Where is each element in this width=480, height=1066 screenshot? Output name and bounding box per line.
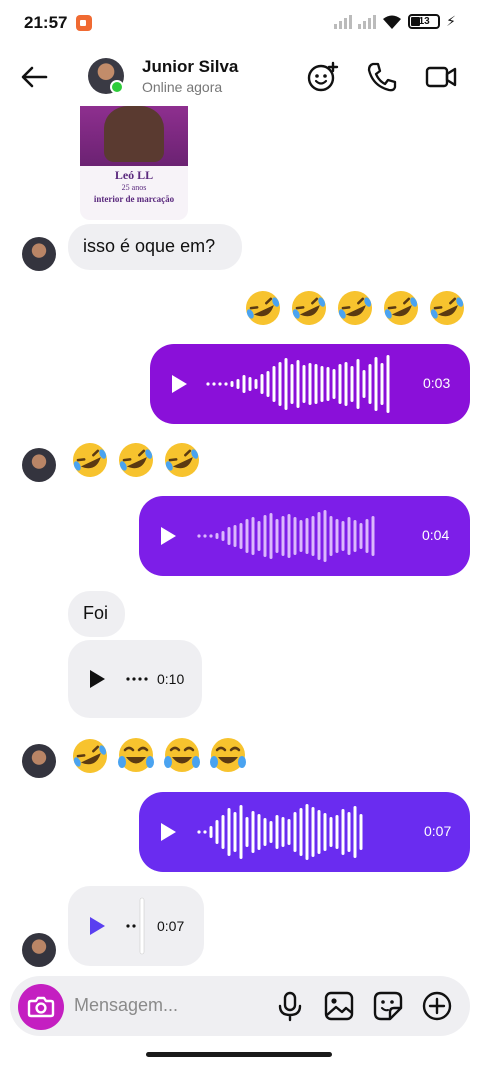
rolling-on-floor-laughing-emoji xyxy=(292,291,326,325)
sender-avatar[interactable] xyxy=(22,237,56,271)
play-icon[interactable] xyxy=(90,670,105,688)
online-indicator xyxy=(110,80,124,94)
status-bar: 21:57 13 ⚡ xyxy=(0,0,480,48)
video-camera-icon[interactable] xyxy=(424,60,458,94)
shared-media-card[interactable]: Leó LL 25 anos interior de marcação xyxy=(80,106,188,220)
media-title: Leó LL xyxy=(114,168,154,182)
camera-icon xyxy=(27,996,55,1018)
battery-icon: 13 xyxy=(408,14,441,29)
sticker-face-icon[interactable] xyxy=(306,60,340,94)
sender-avatar[interactable] xyxy=(22,448,56,482)
chat-screen: 21:57 13 ⚡ Junior Silva Online agora Leó… xyxy=(0,0,480,1066)
message-text: isso é oque em? xyxy=(83,236,216,256)
tears-of-joy-emoji xyxy=(164,738,200,772)
message-composer: Mensagem... xyxy=(10,976,470,1036)
waveform xyxy=(206,355,390,413)
voice-message-outgoing[interactable]: 0:03 xyxy=(150,344,470,424)
signal-icon xyxy=(334,14,353,29)
screen-record-icon xyxy=(76,15,92,31)
voice-duration: 0:03 xyxy=(423,375,451,391)
sender-avatar[interactable] xyxy=(22,933,56,967)
microphone-icon[interactable] xyxy=(274,990,306,1022)
voice-message-outgoing[interactable]: 0:07 xyxy=(139,792,470,872)
rolling-on-floor-laughing-emoji xyxy=(165,443,199,477)
tears-of-joy-emoji xyxy=(118,738,154,772)
voice-duration: 0:07 xyxy=(157,918,185,934)
charging-icon: ⚡ xyxy=(446,13,456,29)
signal-2-icon xyxy=(358,14,377,29)
voice-message-outgoing[interactable]: 0:04 xyxy=(139,496,470,576)
media-subtitle: 25 anos xyxy=(121,183,147,192)
contact-status: Online agora xyxy=(142,79,223,95)
waveform xyxy=(126,897,145,955)
rolling-on-floor-laughing-emoji xyxy=(73,739,107,773)
voice-message-incoming[interactable]: 0:10 xyxy=(68,640,202,718)
message-bubble-incoming[interactable]: isso é oque em? xyxy=(68,224,242,270)
arrow-left-icon[interactable] xyxy=(18,61,50,93)
status-time: 21:57 xyxy=(24,13,68,32)
tears-of-joy-emoji xyxy=(210,738,246,772)
rolling-on-floor-laughing-emoji xyxy=(338,291,372,325)
rolling-on-floor-laughing-emoji xyxy=(384,291,418,325)
play-icon[interactable] xyxy=(161,527,176,545)
message-bubble-incoming[interactable]: Foi xyxy=(68,591,125,637)
play-icon[interactable] xyxy=(90,917,105,935)
play-icon[interactable] xyxy=(172,375,187,393)
status-icons: 13 ⚡ xyxy=(334,13,456,30)
camera-button[interactable] xyxy=(18,984,64,1030)
voice-duration: 0:07 xyxy=(424,823,452,839)
voice-message-incoming[interactable]: 0:07 xyxy=(68,886,204,966)
waveform xyxy=(197,804,363,860)
emoji-message-incoming[interactable] xyxy=(70,736,248,776)
image-icon[interactable] xyxy=(323,990,355,1022)
voice-duration: 0:04 xyxy=(422,527,450,543)
rolling-on-floor-laughing-emoji xyxy=(430,291,464,325)
rolling-on-floor-laughing-emoji xyxy=(119,443,153,477)
voice-duration: 0:10 xyxy=(157,671,185,687)
message-input[interactable]: Mensagem... xyxy=(74,995,178,1016)
emoji-message-incoming[interactable] xyxy=(70,440,202,480)
media-location: interior de marcação xyxy=(93,194,175,204)
emoji-message-outgoing[interactable] xyxy=(243,288,467,328)
sender-avatar[interactable] xyxy=(22,744,56,778)
sticker-icon[interactable] xyxy=(372,990,404,1022)
wifi-icon xyxy=(383,15,402,29)
media-photo-subject xyxy=(104,106,164,162)
contact-name[interactable]: Junior Silva xyxy=(142,57,238,77)
phone-icon[interactable] xyxy=(365,60,399,94)
chat-header: Junior Silva Online agora xyxy=(0,48,480,106)
rolling-on-floor-laughing-emoji xyxy=(73,443,107,477)
plus-circle-icon[interactable] xyxy=(421,990,453,1022)
waveform xyxy=(197,510,375,562)
message-text: Foi xyxy=(83,603,109,623)
battery-level: 13 xyxy=(418,16,430,27)
rolling-on-floor-laughing-emoji xyxy=(246,291,280,325)
home-indicator[interactable] xyxy=(146,1052,332,1057)
play-icon[interactable] xyxy=(161,823,176,841)
waveform xyxy=(126,677,148,681)
